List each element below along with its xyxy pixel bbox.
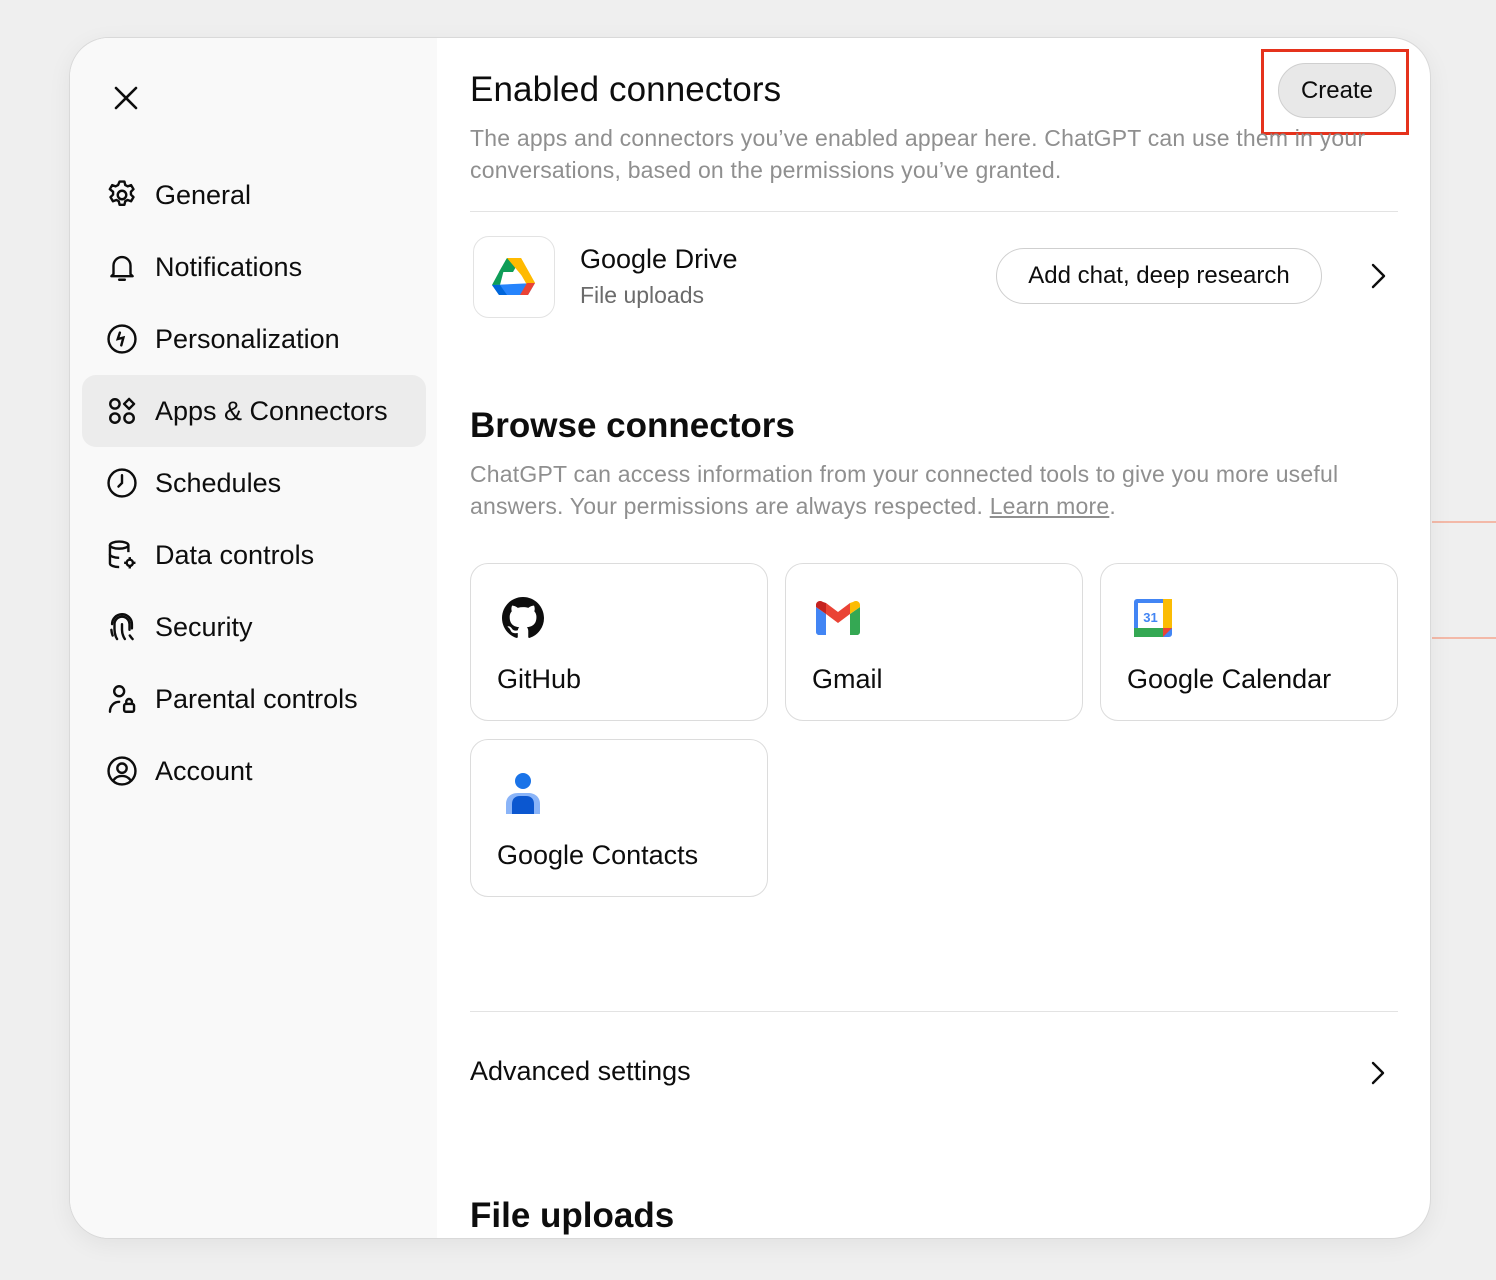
sidebar-item-general[interactable]: General [82,159,426,231]
connector-subtitle: File uploads [580,282,705,308]
connector-card-name: GitHub [497,664,582,694]
background-line [1432,637,1496,639]
sidebar-item-label: General [155,179,252,210]
sidebar-item-label: Schedules [155,467,282,498]
sidebar-item-account[interactable]: Account [82,735,426,807]
file-uploads-title: File uploads [470,1196,675,1235]
chevron-right-icon [1371,263,1386,289]
connector-card-name: Google Calendar [1127,664,1332,694]
personalization-icon [104,321,140,357]
sidebar-item-apps-connectors[interactable]: Apps & Connectors [82,375,426,447]
settings-sidebar: General Notifications Personalization Ap… [70,38,437,1238]
settings-content: Enabled connectors Create The apps and c… [437,38,1430,1238]
advanced-settings-label: Advanced settings [470,1056,691,1086]
settings-modal: General Notifications Personalization Ap… [69,37,1431,1239]
sidebar-item-label: Notifications [155,251,303,282]
sidebar-item-label: Apps & Connectors [155,395,388,426]
connector-card-gmail[interactable]: Gmail [785,563,1083,721]
connector-card-github[interactable]: GitHub [470,563,768,721]
google-drive-icon [473,236,555,318]
advanced-settings-row[interactable]: Advanced settings [470,1038,1398,1108]
learn-more-link[interactable]: Learn more [990,493,1110,519]
connector-open-button[interactable] [1358,256,1398,296]
account-icon [104,753,140,789]
enabled-connectors-title: Enabled connectors [470,70,782,109]
bell-icon [104,249,140,285]
add-chat-deep-research-button[interactable]: Add chat, deep research [996,248,1322,304]
google-contacts-icon [499,770,547,818]
browse-description-text: ChatGPT can access information from your… [470,461,1339,519]
close-button[interactable] [106,78,146,118]
parental-controls-icon [104,681,140,717]
database-icon [104,537,140,573]
connector-row-google-drive[interactable]: Google Drive File uploads Add chat, deep… [470,236,1398,318]
divider [470,1011,1398,1012]
sidebar-item-schedules[interactable]: Schedules [82,447,426,519]
sidebar-item-label: Security [155,611,253,642]
sidebar-item-parental-controls[interactable]: Parental controls [82,663,426,735]
close-icon [114,86,138,110]
connector-card-name: Google Contacts [497,840,699,870]
gmail-icon [814,594,862,642]
fingerprint-icon [104,609,140,645]
enabled-connectors-description: The apps and connectors you’ve enabled a… [470,125,1366,183]
google-calendar-icon: 31 [1129,594,1177,642]
browse-connectors-description: ChatGPT can access information from your… [470,458,1400,522]
chevron-right-icon [1358,1053,1398,1093]
settings-nav: General Notifications Personalization Ap… [82,159,426,807]
background-line [1432,521,1496,523]
sidebar-item-label: Parental controls [155,683,358,714]
gear-icon [104,177,140,213]
description-period: . [1109,493,1116,519]
sidebar-item-label: Account [155,755,253,786]
sidebar-item-personalization[interactable]: Personalization [82,303,426,375]
connector-card-name: Gmail [812,664,883,694]
browse-connectors-title: Browse connectors [470,406,795,445]
calendar-date-text: 31 [1143,610,1157,625]
connector-card-google-calendar[interactable]: 31 Google Calendar [1100,563,1398,721]
sidebar-item-data-controls[interactable]: Data controls [82,519,426,591]
sidebar-item-security[interactable]: Security [82,591,426,663]
sidebar-item-label: Personalization [155,323,340,354]
sidebar-item-label: Data controls [155,539,315,570]
apps-icon [104,393,140,429]
github-icon [499,594,547,642]
connector-card-google-contacts[interactable]: Google Contacts [470,739,768,897]
clock-icon [104,465,140,501]
create-button[interactable]: Create [1278,63,1396,118]
divider [470,211,1398,212]
connector-name: Google Drive [580,244,738,274]
sidebar-item-notifications[interactable]: Notifications [82,231,426,303]
